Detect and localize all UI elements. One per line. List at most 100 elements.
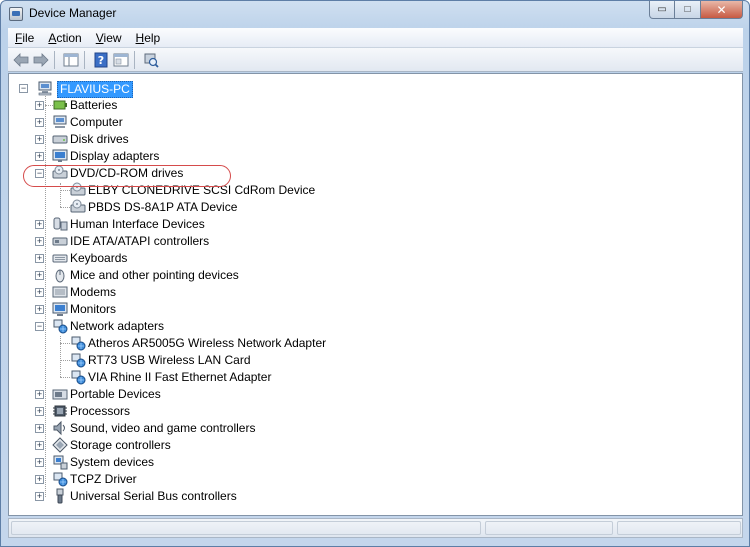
tree-line	[60, 360, 70, 361]
expand-toggle[interactable]: +	[35, 390, 44, 399]
expand-toggle[interactable]: +	[35, 288, 44, 297]
tree-item-processors[interactable]: + Processors	[33, 403, 333, 420]
forward-arrow-icon	[33, 53, 49, 67]
battery-icon	[53, 100, 67, 110]
tree-item-tcpz-driver[interactable]: + TCPZ Driver	[33, 471, 333, 488]
computer-icon	[38, 81, 52, 96]
expand-toggle[interactable]: +	[35, 118, 44, 127]
console-tree-icon	[63, 53, 79, 67]
expand-toggle[interactable]: +	[35, 458, 44, 467]
toolbar-separator	[84, 51, 85, 69]
mouse-icon	[55, 269, 65, 283]
tree-item-via-rhine-adapter[interactable]: VIA Rhine II Fast Ethernet Adapter	[49, 369, 349, 386]
tree-item-keyboards[interactable]: + Keyboards	[33, 250, 333, 267]
tree-line	[60, 190, 70, 191]
caption-buttons: ▭ □ ✕	[649, 1, 743, 19]
tree-item-modems[interactable]: + Modems	[33, 284, 333, 301]
minimize-icon: ▭	[657, 4, 667, 15]
tree-item-storage-controllers[interactable]: + Storage controllers	[33, 437, 333, 454]
status-pane-tertiary	[617, 521, 741, 535]
network-adapter-icon	[53, 319, 68, 334]
tree-line	[60, 207, 70, 208]
expand-toggle[interactable]: +	[35, 305, 44, 314]
expand-toggle[interactable]: +	[35, 101, 44, 110]
network-adapter-icon	[53, 472, 68, 487]
tree-item-usb-controllers[interactable]: + Universal Serial Bus controllers	[33, 488, 333, 505]
tree-item-rt73-usb-card[interactable]: RT73 USB Wireless LAN Card	[49, 352, 349, 369]
modem-icon	[52, 286, 68, 298]
collapse-toggle[interactable]: −	[19, 84, 28, 93]
toolbar-separator	[54, 51, 55, 69]
title-bar[interactable]: Device Manager ▭ □ ✕	[1, 1, 749, 27]
close-button[interactable]: ✕	[701, 1, 743, 19]
tree-item-monitors[interactable]: + Monitors	[33, 301, 333, 318]
expand-toggle[interactable]: +	[35, 424, 44, 433]
close-icon: ✕	[716, 2, 727, 17]
network-adapter-icon	[71, 353, 86, 368]
scan-hardware-button[interactable]	[142, 52, 160, 68]
display-adapter-icon	[52, 149, 68, 162]
tree-root-label: FLAVIUS-PC	[57, 81, 133, 98]
toolbar: ?	[8, 48, 743, 72]
tree-item-display-adapters[interactable]: + Display adapters	[33, 148, 333, 165]
speaker-icon	[53, 420, 65, 436]
device-tree[interactable]: − FLAVIUS-PC + Batteries + Computer + Di…	[8, 73, 743, 516]
ide-controller-icon	[52, 237, 68, 246]
keyboard-icon	[52, 254, 68, 263]
expand-toggle[interactable]: +	[35, 220, 44, 229]
dvd-drive-icon	[70, 199, 86, 213]
properties-button[interactable]	[112, 52, 130, 68]
processor-icon	[53, 405, 67, 417]
maximize-button[interactable]: □	[675, 1, 701, 19]
tree-item-ide-ata-controllers[interactable]: + IDE ATA/ATAPI controllers	[33, 233, 333, 250]
system-device-icon	[53, 455, 68, 470]
menu-bar: File Action View Help	[8, 28, 743, 48]
menu-help[interactable]: Help	[129, 31, 168, 45]
network-adapter-icon	[71, 370, 86, 385]
svg-text:?: ?	[98, 54, 104, 67]
back-arrow-icon	[13, 53, 29, 67]
expand-toggle[interactable]: +	[35, 475, 44, 484]
device-manager-window: Device Manager ▭ □ ✕ File Action View He…	[0, 0, 750, 547]
properties-icon	[113, 53, 129, 67]
disk-drive-icon	[52, 135, 68, 144]
expand-toggle[interactable]: +	[35, 237, 44, 246]
help-button[interactable]: ?	[92, 52, 110, 68]
expand-toggle[interactable]: +	[35, 492, 44, 501]
expand-toggle[interactable]: +	[35, 441, 44, 450]
tree-item-system-devices[interactable]: + System devices	[33, 454, 333, 471]
tree-item-network-adapters[interactable]: − Network adapters	[33, 318, 333, 335]
tree-item-portable-devices[interactable]: + Portable Devices	[33, 386, 333, 403]
computer-icon	[53, 115, 67, 128]
show-hide-console-tree-button[interactable]	[62, 52, 80, 68]
tree-item-disk-drives[interactable]: + Disk drives	[33, 131, 333, 148]
tree-item-batteries[interactable]: + Batteries	[33, 97, 333, 114]
usb-icon	[56, 488, 64, 504]
menu-action[interactable]: Action	[41, 31, 88, 45]
collapse-toggle[interactable]: −	[35, 322, 44, 331]
tree-item-computer[interactable]: + Computer	[33, 114, 333, 131]
tree-item-mice[interactable]: + Mice and other pointing devices	[33, 267, 333, 284]
menu-view[interactable]: View	[89, 31, 129, 45]
network-adapter-icon	[71, 336, 86, 351]
expand-toggle[interactable]: +	[35, 254, 44, 263]
status-pane-secondary	[485, 521, 613, 535]
tree-item-human-interface-devices[interactable]: + Human Interface Devices	[33, 216, 333, 233]
tree-item-pbds-ata-device[interactable]: PBDS DS-8A1P ATA Device	[49, 199, 349, 216]
back-button[interactable]	[12, 52, 30, 68]
portable-device-icon	[52, 389, 68, 400]
expand-toggle[interactable]: +	[35, 135, 44, 144]
tree-item-sound-controllers[interactable]: + Sound, video and game controllers	[33, 420, 333, 437]
menu-file[interactable]: File	[8, 31, 41, 45]
forward-button[interactable]	[32, 52, 50, 68]
expand-toggle[interactable]: +	[35, 152, 44, 161]
toolbar-separator	[134, 51, 135, 69]
device-manager-icon	[9, 7, 23, 21]
tree-root[interactable]: − FLAVIUS-PC	[17, 80, 317, 98]
minimize-button[interactable]: ▭	[649, 1, 675, 19]
hid-icon	[53, 217, 68, 231]
expand-toggle[interactable]: +	[35, 407, 44, 416]
maximize-icon: □	[684, 4, 691, 15]
expand-toggle[interactable]: +	[35, 271, 44, 280]
tree-item-atheros-adapter[interactable]: Atheros AR5005G Wireless Network Adapter	[49, 335, 369, 352]
